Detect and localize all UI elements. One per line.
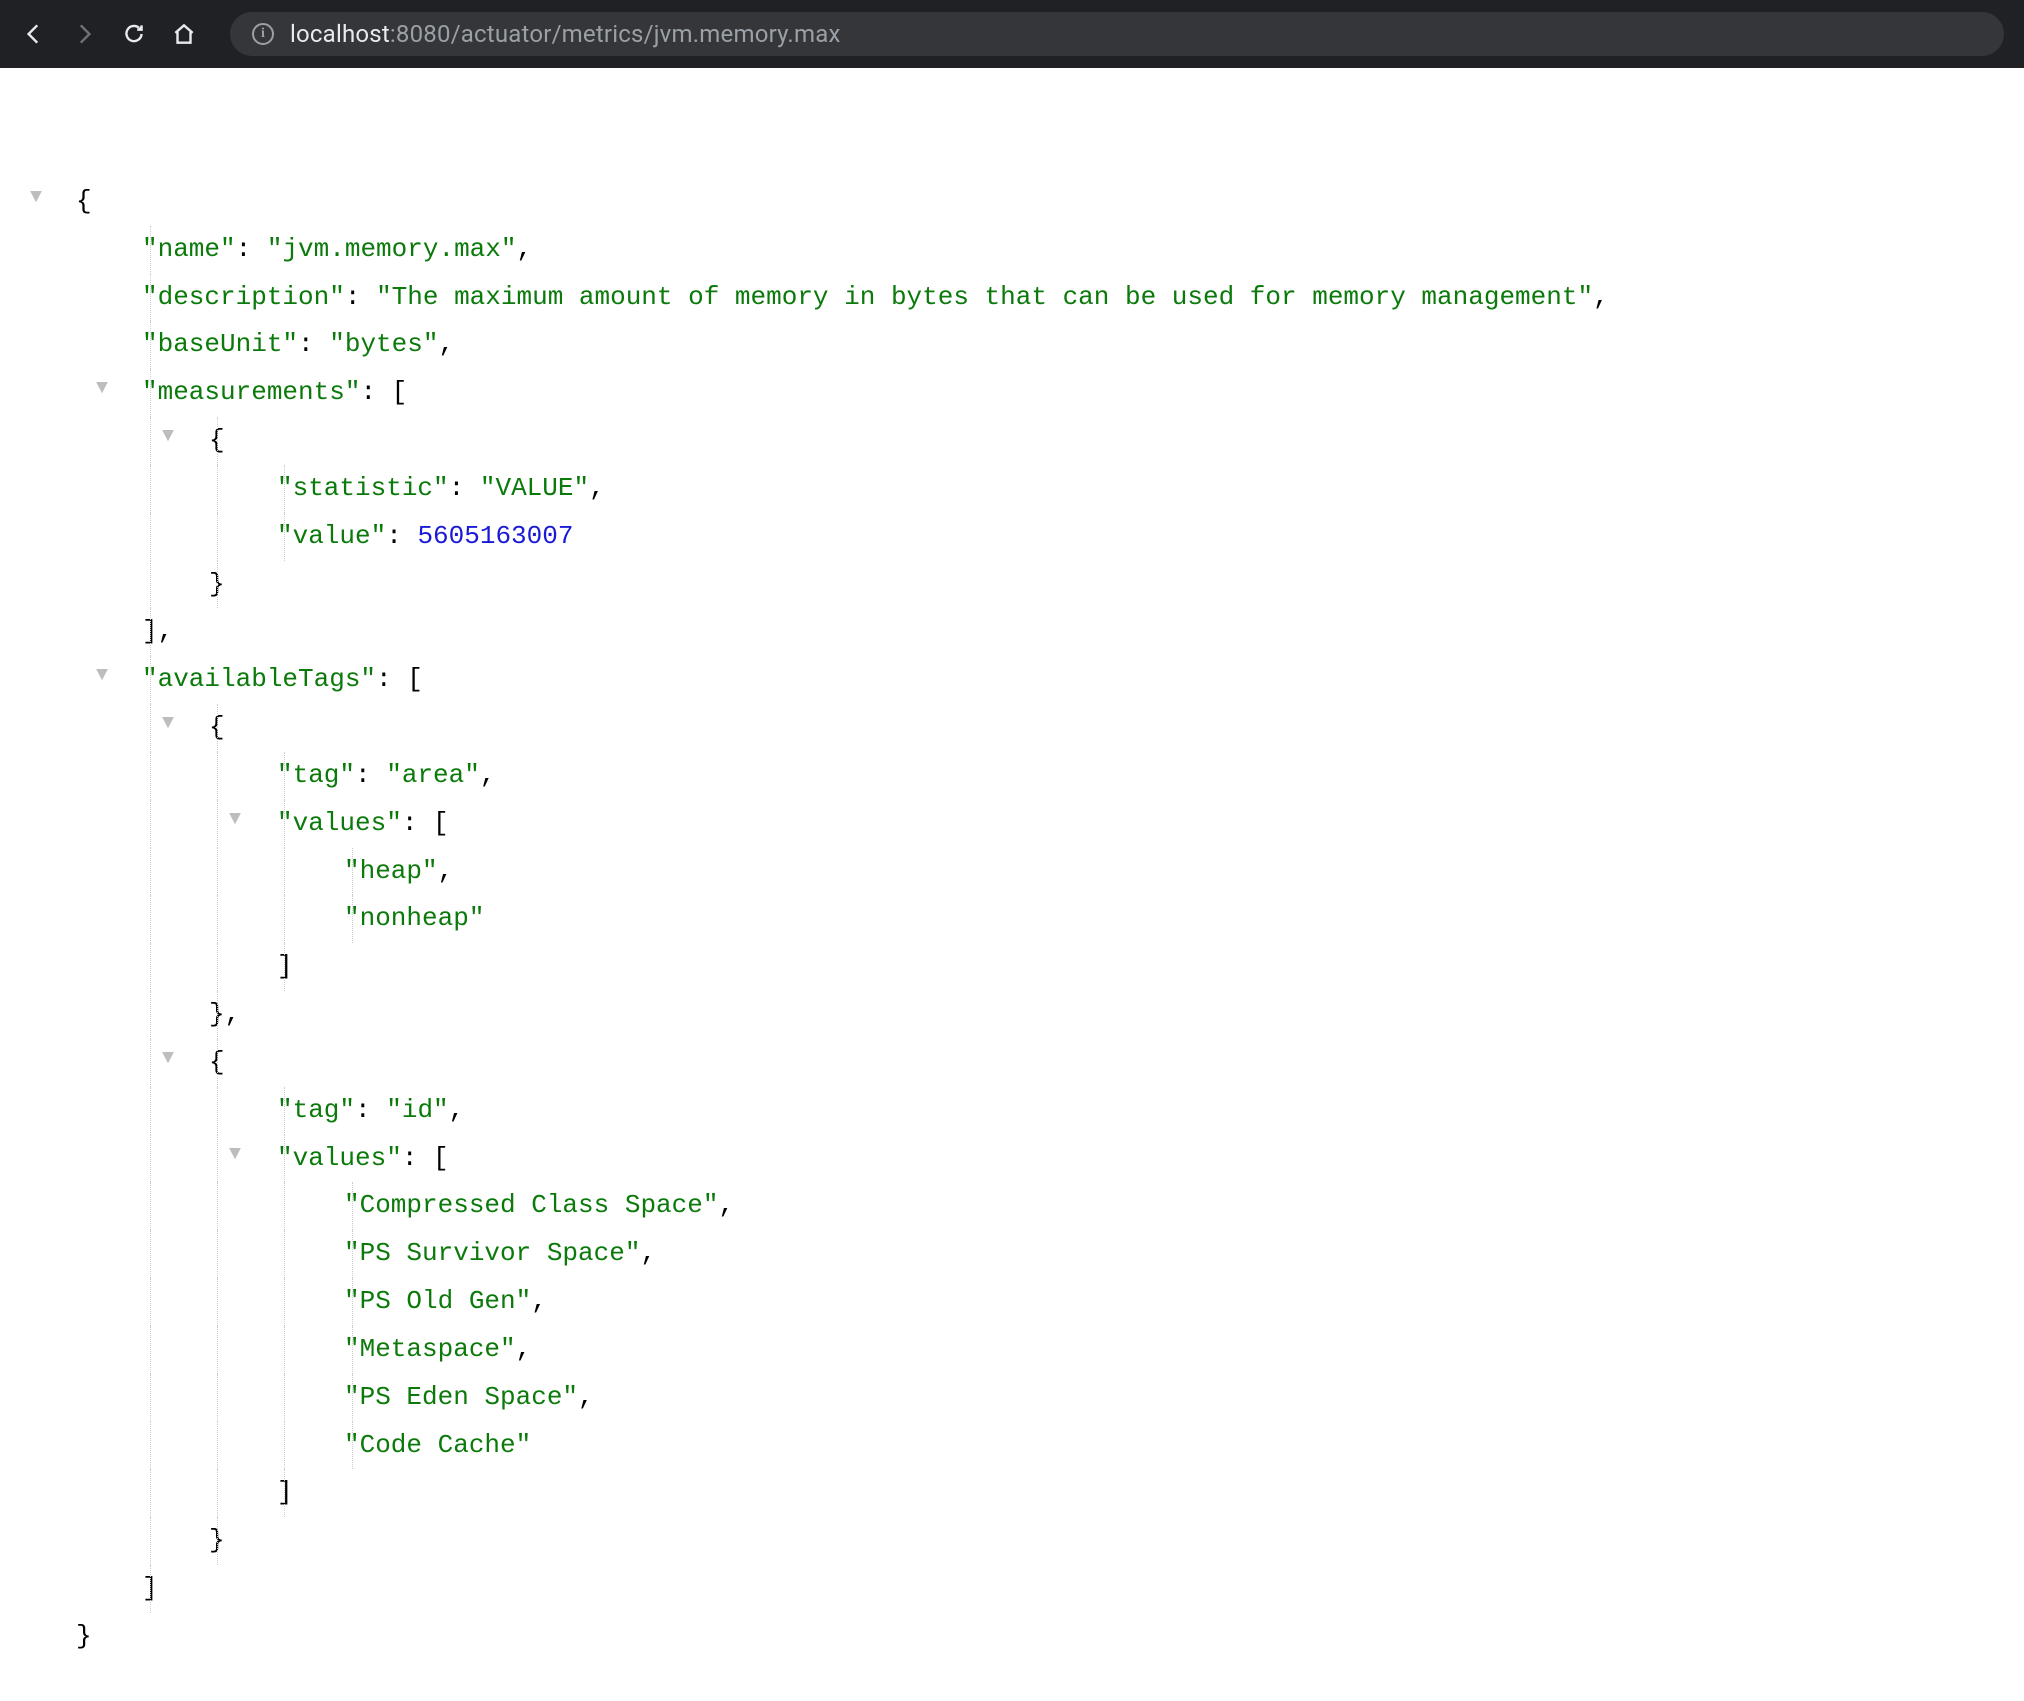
json-line: ▼{	[34, 1039, 1990, 1087]
json-line: ▼"measurements": [	[34, 369, 1990, 417]
json-line: "Metaspace",	[34, 1326, 1990, 1374]
home-button[interactable]	[170, 20, 198, 48]
collapse-toggle-icon[interactable]: ▼	[229, 1137, 241, 1174]
json-line: "Compressed Class Space",	[34, 1182, 1990, 1230]
browser-toolbar: i localhost:8080/actuator/metrics/jvm.me…	[0, 0, 2024, 68]
address-bar[interactable]: i localhost:8080/actuator/metrics/jvm.me…	[230, 12, 2004, 56]
url-text: localhost:8080/actuator/metrics/jvm.memo…	[290, 20, 841, 48]
json-viewer: ▼{ "name": "jvm.memory.max", "descriptio…	[0, 68, 2024, 1701]
collapse-toggle-icon[interactable]: ▼	[162, 419, 174, 456]
json-line: "name": "jvm.memory.max",	[34, 226, 1990, 274]
json-line: }	[34, 1517, 1990, 1565]
reload-button[interactable]	[120, 20, 148, 48]
collapse-toggle-icon[interactable]: ▼	[162, 706, 174, 743]
json-line: ]	[34, 1565, 1990, 1613]
json-line: },	[34, 991, 1990, 1039]
json-line: ]	[34, 943, 1990, 991]
json-line: ▼{	[34, 417, 1990, 465]
json-line: "tag": "area",	[34, 752, 1990, 800]
json-line: "baseUnit": "bytes",	[34, 321, 1990, 369]
json-line: ▼"values": [	[34, 1135, 1990, 1183]
forward-button[interactable]	[70, 20, 98, 48]
json-line: "tag": "id",	[34, 1087, 1990, 1135]
collapse-toggle-icon[interactable]: ▼	[96, 371, 108, 408]
collapse-toggle-icon[interactable]: ▼	[162, 1041, 174, 1078]
json-line: "PS Survivor Space",	[34, 1230, 1990, 1278]
json-line: ▼"values": [	[34, 800, 1990, 848]
collapse-toggle-icon[interactable]: ▼	[229, 802, 241, 839]
json-line: "PS Old Gen",	[34, 1278, 1990, 1326]
json-line: ],	[34, 608, 1990, 656]
json-line: "heap",	[34, 848, 1990, 896]
json-line: ▼"availableTags": [	[34, 656, 1990, 704]
json-line: "statistic": "VALUE",	[34, 465, 1990, 513]
json-line: "nonheap"	[34, 895, 1990, 943]
back-button[interactable]	[20, 20, 48, 48]
json-line: ▼{	[34, 178, 1990, 226]
site-info-icon[interactable]: i	[252, 23, 274, 45]
json-line: ]	[34, 1469, 1990, 1517]
json-line: ▼{	[34, 704, 1990, 752]
json-line: }	[34, 1613, 1990, 1661]
json-line: "PS Eden Space",	[34, 1374, 1990, 1422]
json-line: }	[34, 561, 1990, 609]
collapse-toggle-icon[interactable]: ▼	[30, 180, 42, 217]
collapse-toggle-icon[interactable]: ▼	[96, 658, 108, 695]
json-line: "value": 5605163007	[34, 513, 1990, 561]
json-line: "description": "The maximum amount of me…	[34, 274, 1990, 322]
json-line: "Code Cache"	[34, 1422, 1990, 1470]
